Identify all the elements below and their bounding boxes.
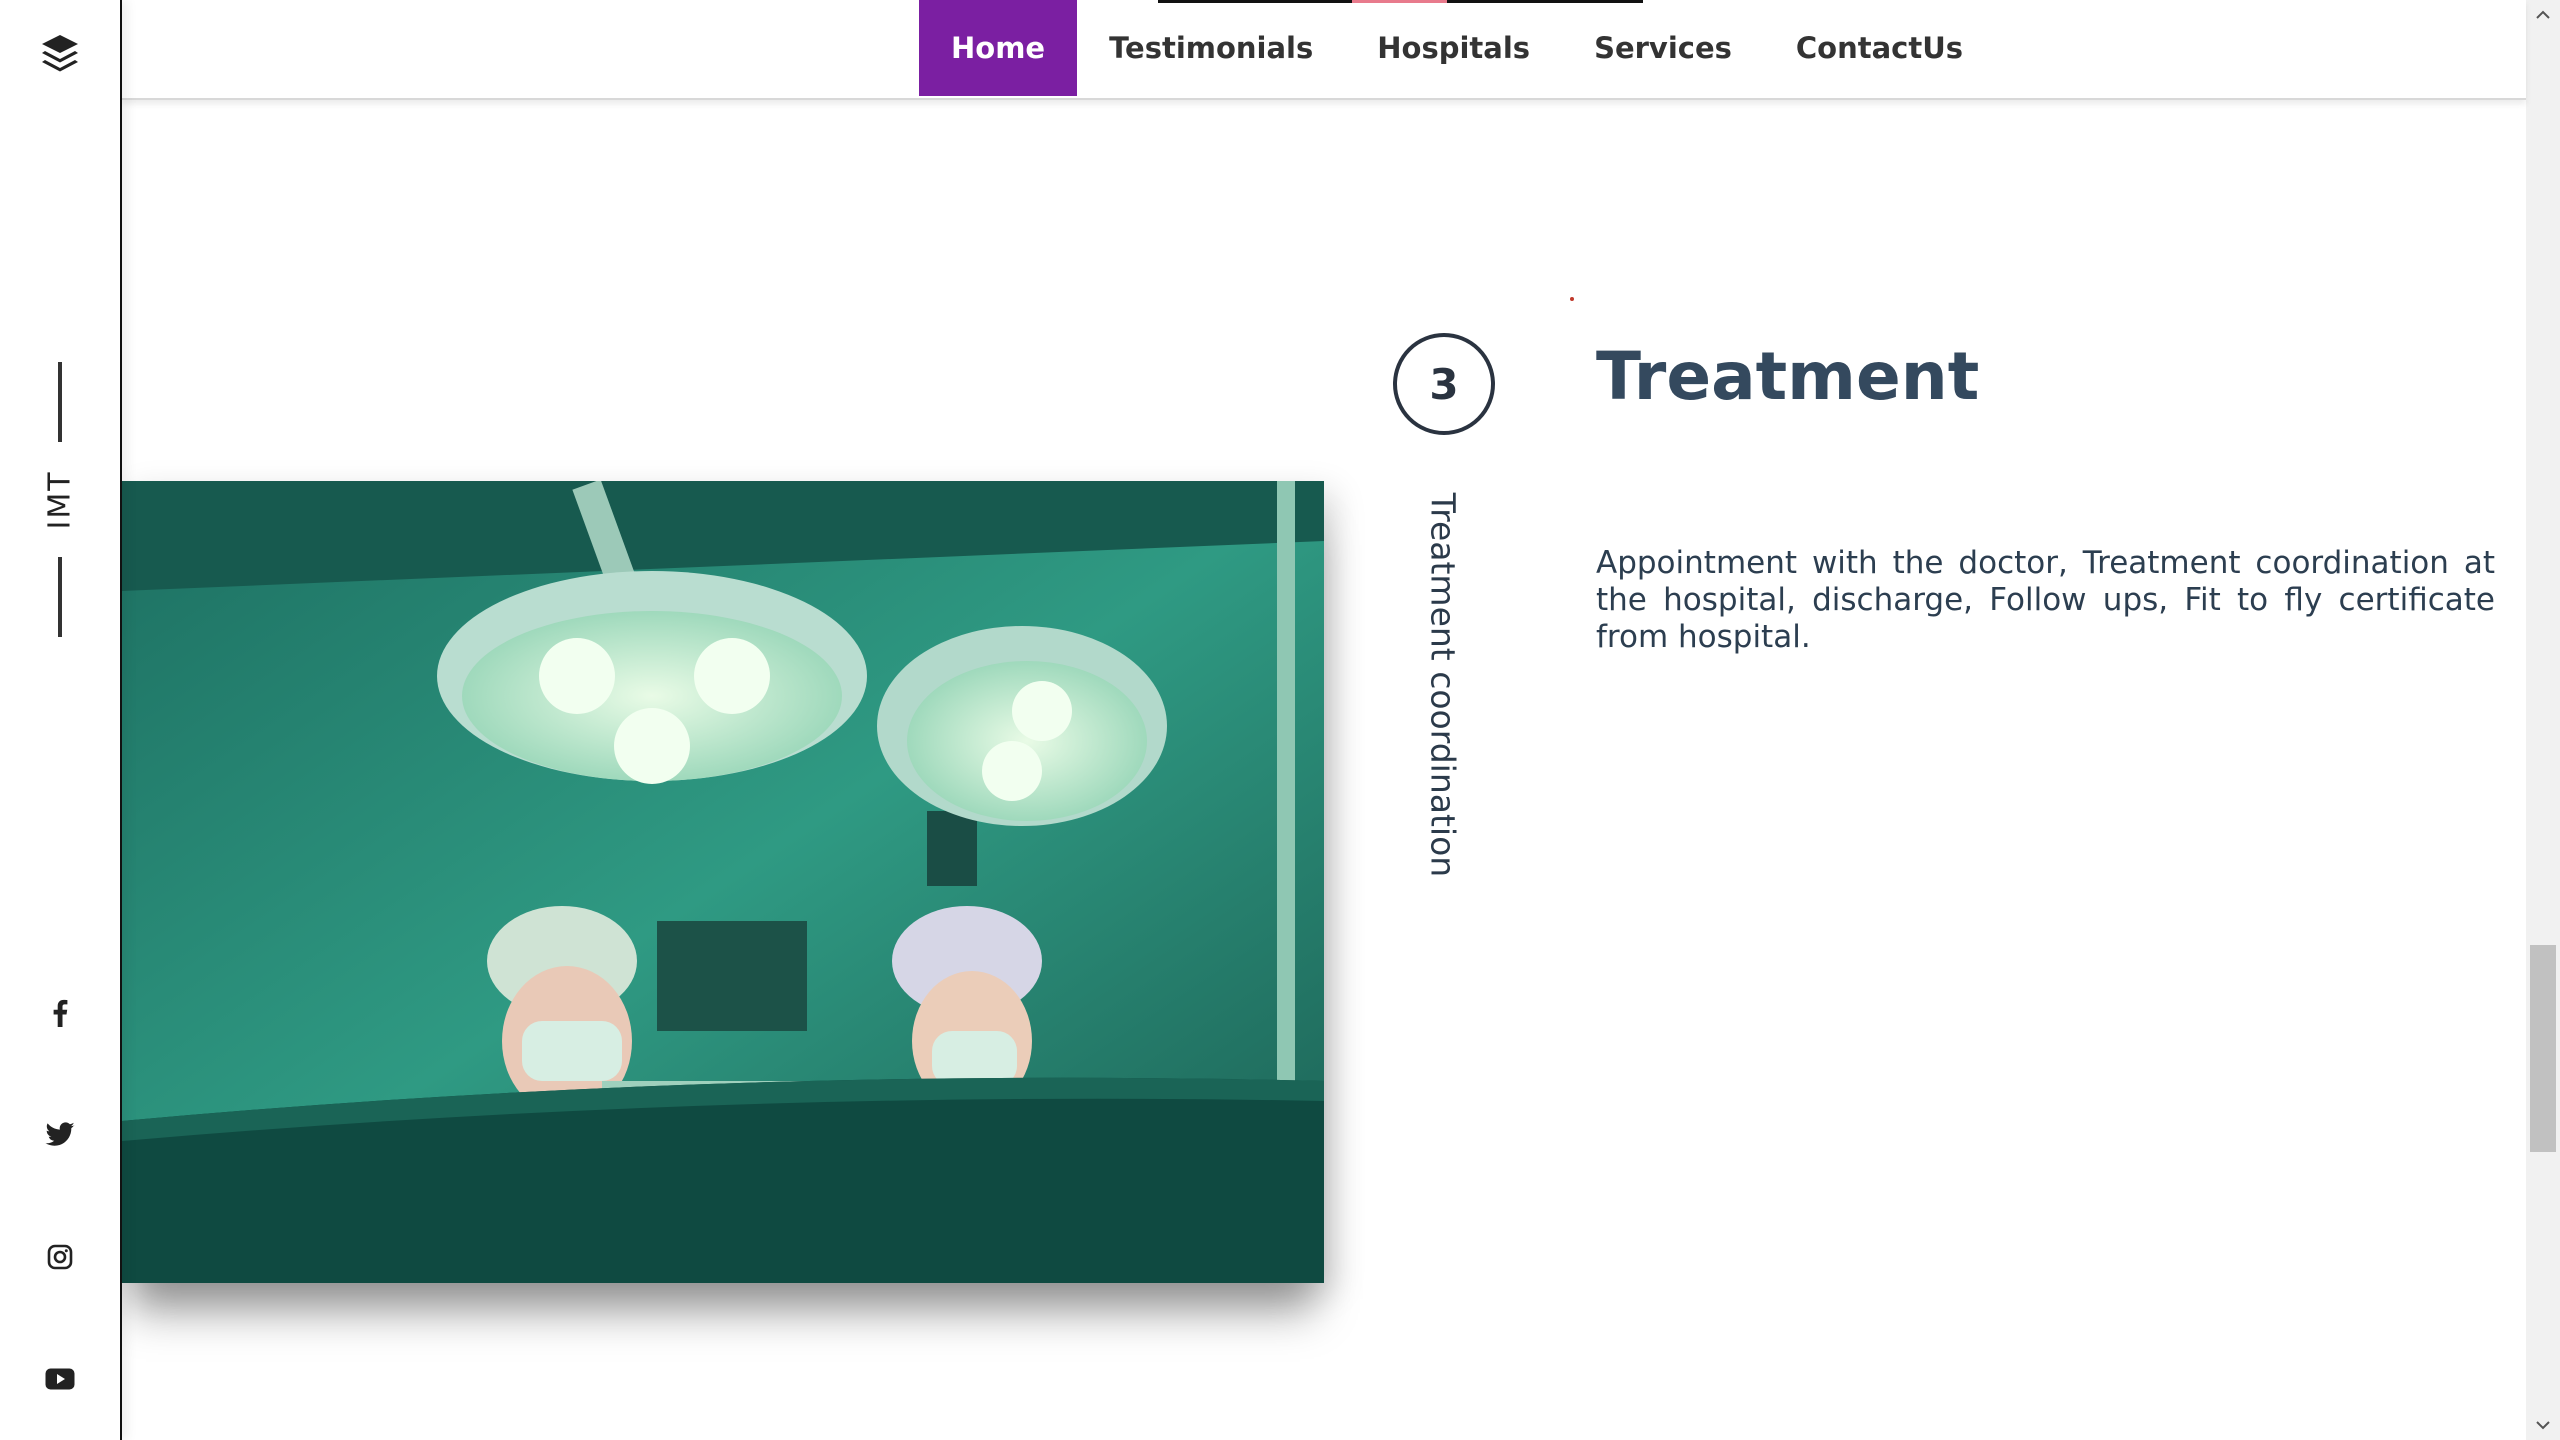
twitter-icon[interactable] [40, 1115, 80, 1155]
layers-icon[interactable] [35, 30, 85, 80]
operating-room-illustration [122, 481, 1324, 1283]
brand-divider-top [58, 362, 62, 442]
scroll-down-arrow[interactable] [2526, 1410, 2560, 1440]
step-vertical-label: Treatment coordination [1423, 492, 1463, 878]
facebook-icon[interactable] [40, 993, 80, 1033]
instagram-icon[interactable] [40, 1237, 80, 1277]
left-sidebar: IMT [0, 0, 122, 1440]
decorative-dot [1570, 297, 1574, 301]
section-description: Appointment with the doctor, Treatment c… [1596, 545, 2495, 655]
step-number-badge: 3 [1393, 333, 1495, 435]
nav-services[interactable]: Services [1562, 0, 1764, 96]
nav-contactus[interactable]: ContactUs [1764, 0, 1995, 96]
nav-home[interactable]: Home [919, 0, 1078, 96]
main-nav: Home Testimonials Hospitals Services Con… [919, 0, 1995, 96]
scroll-thumb[interactable] [2530, 945, 2556, 1152]
nav-hospitals[interactable]: Hospitals [1345, 0, 1562, 96]
treatment-photo [122, 481, 1324, 1283]
brand-divider-bottom [58, 557, 62, 637]
scroll-up-arrow[interactable] [2526, 0, 2560, 30]
youtube-icon[interactable] [40, 1359, 80, 1399]
nav-testimonials[interactable]: Testimonials [1077, 0, 1345, 96]
page-scrollbar[interactable] [2526, 0, 2560, 1440]
top-navbar: Home Testimonials Hospitals Services Con… [122, 0, 2526, 100]
brand-name: IMT [42, 470, 78, 530]
section-title: Treatment [1596, 338, 1980, 415]
